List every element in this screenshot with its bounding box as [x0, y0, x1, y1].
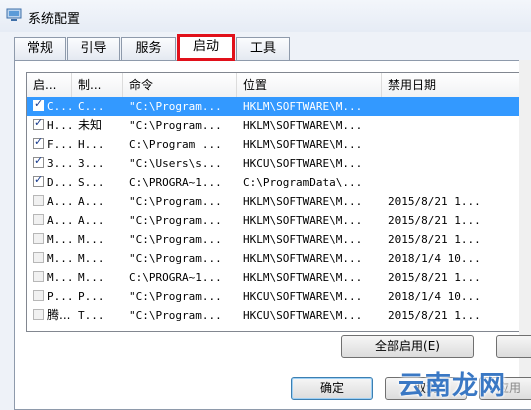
disabled-date-cell: 2015/8/21 1... — [388, 214, 481, 227]
startup-item-checkbox[interactable] — [33, 290, 44, 301]
item-name-cell: M... — [47, 233, 74, 246]
location-cell: HKCU\SOFTWARE\M... — [243, 309, 363, 322]
location-cell: HKLM\SOFTWARE\M... — [243, 119, 363, 132]
title-bar: 系统配置 — [0, 0, 531, 32]
window-title: 系统配置 — [28, 12, 81, 27]
startup-item-checkbox[interactable] — [33, 309, 44, 320]
disabled-date-cell: 2015/8/21 1... — [388, 233, 481, 246]
manufacturer-cell: T... — [78, 309, 105, 322]
startup-items-list[interactable]: 启... 制... 命令 位置 禁用日期 C... C... "C:\Program… — [26, 72, 531, 332]
manufacturer-cell: 3... — [78, 157, 105, 170]
enable-all-button[interactable]: 全部启用(E) — [341, 335, 474, 358]
watermark: 云南龙网 — [388, 363, 531, 404]
command-cell: "C:\Program... — [129, 119, 222, 132]
location-cell: HKLM\SOFTWARE\M... — [243, 233, 363, 246]
column-header-manufacturer[interactable]: 制... — [72, 73, 123, 97]
manufacturer-cell: M... — [78, 252, 105, 265]
startup-item-checkbox[interactable] — [33, 195, 44, 206]
location-cell: C:\ProgramData\... — [243, 176, 363, 189]
item-name-cell: F... — [47, 138, 74, 151]
startup-item-checkbox[interactable] — [33, 97, 44, 111]
tab-boot[interactable]: 引导 — [67, 37, 120, 60]
list-item[interactable]: 3... 3... "C:\Users\s... HKCU\SOFTWARE\M... — [27, 154, 531, 173]
list-item[interactable]: P... P... "C:\Program... HKCU\SOFTWARE\M...… — [27, 287, 531, 306]
manufacturer-cell: S... — [78, 176, 105, 189]
command-cell: C:\Program ... — [129, 138, 222, 151]
disabled-date-cell: 2018/1/4 10... — [388, 290, 481, 303]
manufacturer-cell: M... — [78, 233, 105, 246]
location-cell: HKLM\SOFTWARE\M... — [243, 252, 363, 265]
tab-general[interactable]: 常规 — [14, 37, 66, 60]
manufacturer-cell: C... — [78, 100, 105, 113]
command-cell: "C:\Program... — [129, 290, 222, 303]
column-header-disabled-date[interactable]: 禁用日期 — [382, 73, 531, 97]
command-cell: "C:\Program... — [129, 100, 222, 113]
list-item[interactable]: M... M... "C:\Program... HKLM\SOFTWARE\M...… — [27, 230, 531, 249]
disabled-date-cell: 2015/8/21 1... — [388, 271, 481, 284]
disabled-date-cell: 2018/1/4 10... — [388, 252, 481, 265]
system-config-icon — [6, 8, 22, 21]
list-item[interactable]: H... 未知 "C:\Program... HKLM\SOFTWARE\M... — [27, 116, 531, 135]
startup-item-checkbox[interactable] — [33, 135, 44, 149]
disabled-date-cell: 2015/8/21 1... — [388, 195, 481, 208]
command-cell: C:\PROGRA~1... — [129, 271, 222, 284]
command-cell: "C:\Program... — [129, 214, 222, 227]
manufacturer-cell: H... — [78, 138, 105, 151]
item-name-cell: P... — [47, 290, 74, 303]
list-item[interactable]: 腾... T... "C:\Program... HKCU\SOFTWARE\M...… — [27, 306, 531, 325]
location-cell: HKLM\SOFTWARE\M... — [243, 271, 363, 284]
manufacturer-cell: M... — [78, 271, 105, 284]
list-header: 启... 制... 命令 位置 禁用日期 — [27, 73, 531, 98]
command-cell: C:\PROGRA~1... — [129, 176, 222, 189]
startup-item-checkbox[interactable] — [33, 154, 44, 168]
list-item[interactable]: M... M... "C:\Program... HKLM\SOFTWARE\M...… — [27, 249, 531, 268]
startup-item-checkbox[interactable] — [33, 252, 44, 263]
watermark-text: 云南龙网 — [398, 371, 507, 401]
list-item[interactable]: C... C... "C:\Program... HKLM\SOFTWARE\M... — [27, 97, 531, 116]
location-cell: HKLM\SOFTWARE\M... — [243, 195, 363, 208]
item-name-cell: 腾... — [47, 308, 71, 322]
column-header-item[interactable]: 启... — [27, 73, 72, 97]
startup-item-checkbox[interactable] — [33, 214, 44, 225]
command-cell: "C:\Program... — [129, 309, 222, 322]
item-name-cell: A... — [47, 214, 74, 227]
item-name-cell: M... — [47, 271, 74, 284]
disabled-date-cell: 2015/8/21 1... — [388, 309, 481, 322]
item-name-cell: C... — [47, 100, 74, 113]
command-cell: "C:\Users\s... — [129, 157, 222, 170]
item-name-cell: M... — [47, 252, 74, 265]
list-item[interactable]: A... A... "C:\Program... HKLM\SOFTWARE\M...… — [27, 192, 531, 211]
startup-item-checkbox[interactable] — [33, 116, 44, 130]
item-name-cell: 3... — [47, 157, 74, 170]
item-name-cell: A... — [47, 195, 74, 208]
command-cell: "C:\Program... — [129, 252, 222, 265]
list-item[interactable]: M... M... C:\PROGRA~1... HKLM\SOFTWARE\M...… — [27, 268, 531, 287]
item-name-cell: D... — [47, 176, 74, 189]
location-cell: HKCU\SOFTWARE\M... — [243, 157, 363, 170]
startup-item-checkbox[interactable] — [33, 271, 44, 282]
tab-startup[interactable]: 启动 — [177, 34, 235, 61]
column-header-location[interactable]: 位置 — [237, 73, 382, 97]
tab-services[interactable]: 服务 — [121, 37, 176, 60]
location-cell: HKLM\SOFTWARE\M... — [243, 100, 363, 113]
list-item[interactable]: F... H... C:\Program ... HKLM\SOFTWARE\M... — [27, 135, 531, 154]
list-item[interactable]: A... A... "C:\Program... HKLM\SOFTWARE\M...… — [27, 211, 531, 230]
column-header-command[interactable]: 命令 — [123, 73, 237, 97]
manufacturer-cell: P... — [78, 290, 105, 303]
disable-all-button[interactable] — [496, 335, 531, 358]
list-item[interactable]: D... S... C:\PROGRA~1... C:\ProgramData\... — [27, 173, 531, 192]
manufacturer-cell: 未知 — [78, 118, 103, 132]
location-cell: HKCU\SOFTWARE\M... — [243, 290, 363, 303]
command-cell: "C:\Program... — [129, 195, 222, 208]
item-name-cell: H... — [47, 119, 74, 132]
command-cell: "C:\Program... — [129, 233, 222, 246]
startup-item-checkbox[interactable] — [33, 173, 44, 187]
ok-button[interactable]: 确定 — [291, 377, 373, 400]
startup-item-checkbox[interactable] — [33, 233, 44, 244]
manufacturer-cell: A... — [78, 195, 105, 208]
location-cell: HKLM\SOFTWARE\M... — [243, 214, 363, 227]
tab-tools[interactable]: 工具 — [236, 37, 290, 60]
location-cell: HKLM\SOFTWARE\M... — [243, 138, 363, 151]
manufacturer-cell: A... — [78, 214, 105, 227]
